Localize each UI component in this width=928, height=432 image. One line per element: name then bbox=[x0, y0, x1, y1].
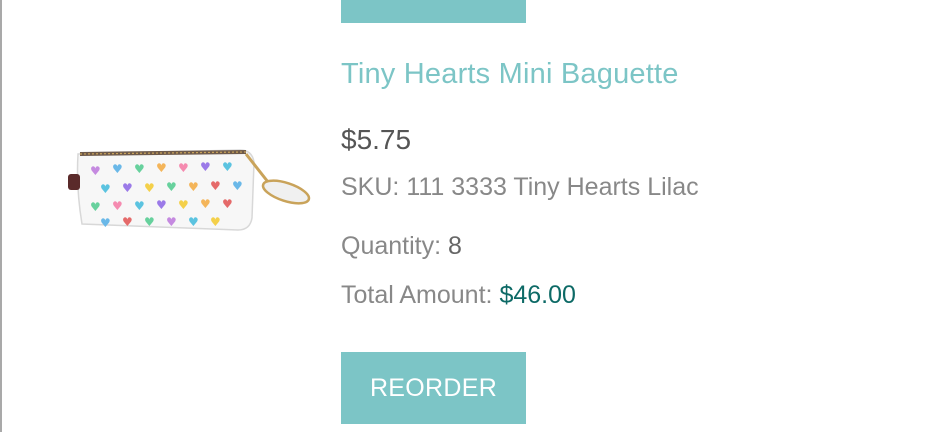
order-item-card: ♥ ♥ ♥ ♥ ♥ ♥ ♥ ♥ ♥ ♥ ♥ ♥ ♥ ♥ ♥ ♥ ♥ ♥ ♥ ♥ … bbox=[0, 0, 928, 432]
svg-text:♥: ♥ bbox=[156, 161, 167, 175]
svg-text:♥: ♥ bbox=[166, 215, 177, 229]
sku-value: 111 3333 Tiny Hearts Lilac bbox=[406, 173, 699, 201]
product-quantity: Quantity: 8 bbox=[341, 232, 462, 261]
svg-text:♥: ♥ bbox=[90, 200, 101, 214]
svg-text:♥: ♥ bbox=[100, 216, 111, 230]
previous-reorder-button[interactable] bbox=[341, 0, 526, 23]
total-amount: Total Amount: $46.00 bbox=[341, 281, 576, 310]
product-thumbnail[interactable]: ♥ ♥ ♥ ♥ ♥ ♥ ♥ ♥ ♥ ♥ ♥ ♥ ♥ ♥ ♥ ♥ ♥ ♥ ♥ ♥ … bbox=[60, 138, 318, 234]
svg-text:♥: ♥ bbox=[200, 160, 211, 174]
product-sku: SKU: 111 3333 Tiny Hearts Lilac bbox=[341, 173, 699, 202]
svg-text:♥: ♥ bbox=[90, 164, 101, 178]
svg-text:♥: ♥ bbox=[156, 198, 167, 212]
svg-text:♥: ♥ bbox=[122, 215, 133, 229]
sku-label: SKU: bbox=[341, 173, 400, 201]
svg-text:♥: ♥ bbox=[222, 160, 233, 174]
svg-text:♥: ♥ bbox=[210, 179, 221, 193]
svg-text:♥: ♥ bbox=[112, 162, 123, 176]
svg-text:♥: ♥ bbox=[112, 199, 123, 213]
svg-text:♥: ♥ bbox=[222, 197, 233, 211]
product-price: $5.75 bbox=[341, 124, 412, 155]
svg-text:♥: ♥ bbox=[210, 215, 221, 229]
svg-text:♥: ♥ bbox=[134, 199, 145, 213]
svg-text:♥: ♥ bbox=[188, 180, 199, 194]
svg-text:♥: ♥ bbox=[122, 181, 133, 195]
quantity-value: 8 bbox=[448, 232, 462, 260]
svg-text:♥: ♥ bbox=[232, 179, 243, 193]
svg-text:♥: ♥ bbox=[144, 181, 155, 195]
product-title[interactable]: Tiny Hearts Mini Baguette bbox=[341, 58, 679, 91]
svg-text:♥: ♥ bbox=[200, 197, 211, 211]
svg-text:♥: ♥ bbox=[178, 161, 189, 175]
svg-text:♥: ♥ bbox=[134, 162, 145, 176]
svg-text:♥: ♥ bbox=[100, 182, 111, 196]
svg-text:♥: ♥ bbox=[144, 215, 155, 229]
svg-text:♥: ♥ bbox=[166, 180, 177, 194]
svg-text:♥: ♥ bbox=[178, 198, 189, 212]
svg-text:♥: ♥ bbox=[188, 215, 199, 229]
total-value: $46.00 bbox=[499, 281, 576, 309]
reorder-button[interactable]: REORDER bbox=[341, 352, 526, 424]
total-label: Total Amount: bbox=[341, 281, 493, 309]
quantity-label: Quantity: bbox=[341, 232, 442, 260]
